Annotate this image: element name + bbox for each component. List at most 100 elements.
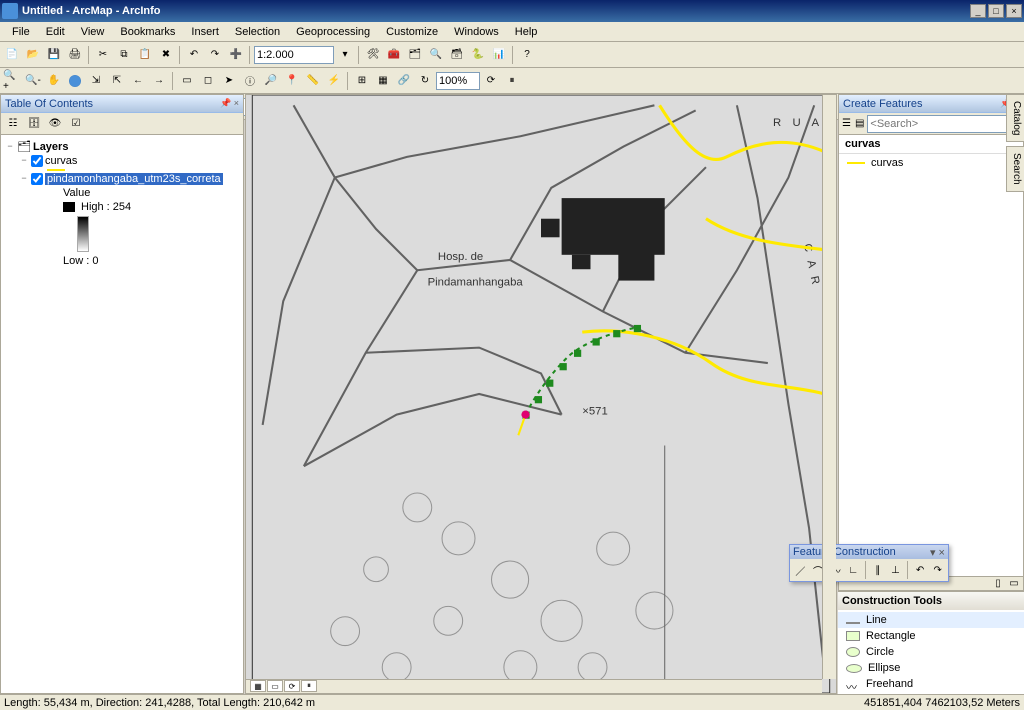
toc-autohide-icon[interactable]: 📌 × xyxy=(220,98,239,109)
fc-constrain-parallel-icon[interactable]: ∥ xyxy=(869,561,886,579)
list-by-selection-icon[interactable]: ☑ xyxy=(66,114,86,134)
python-icon[interactable]: 🐍 xyxy=(468,45,488,65)
menu-insert[interactable]: Insert xyxy=(183,24,227,40)
map-view[interactable]: ×571 Hosp. de Pindamanhangaba R U A C A … xyxy=(245,94,837,694)
maximize-button[interactable]: □ xyxy=(988,4,1004,18)
menu-edit[interactable]: Edit xyxy=(38,24,73,40)
fixed-zoom-out-icon[interactable]: ⇱ xyxy=(107,71,127,91)
undo-icon[interactable]: ↶ xyxy=(184,45,204,65)
pause-icon[interactable]: ⏸ xyxy=(502,71,522,91)
select-elements-icon[interactable]: ➤ xyxy=(219,71,239,91)
scale-dropdown-icon[interactable]: ▾ xyxy=(335,45,355,65)
menu-view[interactable]: View xyxy=(73,24,113,40)
map-canvas[interactable]: ×571 Hosp. de Pindamanhangaba R U A C A … xyxy=(246,95,836,693)
fixed-zoom-in-icon[interactable]: ⇲ xyxy=(86,71,106,91)
pan-icon[interactable]: ✋ xyxy=(44,71,64,91)
open-icon[interactable]: 📂 xyxy=(23,45,43,65)
close-button[interactable]: × xyxy=(1006,4,1022,18)
search-tab[interactable]: Search xyxy=(1006,146,1024,192)
toolbox-icon[interactable]: 🧰 xyxy=(384,45,404,65)
catalog-tab[interactable]: Catalog xyxy=(1006,94,1024,142)
fc-redo-icon[interactable]: ↷ xyxy=(929,561,946,579)
data-view-tab[interactable]: ▦ xyxy=(250,680,266,692)
find-icon[interactable]: 🔎 xyxy=(261,71,281,91)
expand-layer2-icon[interactable]: − xyxy=(19,174,29,184)
cf-template-curvas[interactable]: curvas xyxy=(839,154,1023,172)
forward-extent-icon[interactable]: → xyxy=(149,71,169,91)
hyperlink-icon[interactable]: ⚡ xyxy=(324,71,344,91)
pause-drawing-icon[interactable]: ⏸ xyxy=(301,680,317,692)
cut-icon[interactable]: ✂ xyxy=(93,45,113,65)
layer2-checkbox[interactable] xyxy=(31,173,43,185)
clear-selection-icon[interactable]: ◻ xyxy=(198,71,218,91)
add-data-icon[interactable]: ➕ xyxy=(226,45,246,65)
search-window-icon[interactable]: 🔍 xyxy=(426,45,446,65)
copy-icon[interactable]: ⧉ xyxy=(114,45,134,65)
redo-icon[interactable]: ↷ xyxy=(205,45,225,65)
display-percent[interactable] xyxy=(436,72,480,90)
georef-icon[interactable]: ⊞ xyxy=(352,71,372,91)
list-by-visibility-icon[interactable]: 👁 xyxy=(45,114,65,134)
georef-link-icon[interactable]: 🔗 xyxy=(394,71,414,91)
expand-layer1-icon[interactable]: − xyxy=(19,156,29,166)
ct-ellipse[interactable]: Ellipse xyxy=(838,660,1024,676)
identify-icon[interactable]: ⓘ xyxy=(240,71,260,91)
measure-icon[interactable]: 📏 xyxy=(303,71,323,91)
ct-line[interactable]: Line xyxy=(838,612,1024,628)
map-hscrollbar[interactable]: ▦ ▭ ⟳ ⏸ xyxy=(246,679,822,693)
menu-bookmarks[interactable]: Bookmarks xyxy=(112,24,183,40)
fc-straight-icon[interactable]: ／ xyxy=(792,561,809,579)
new-icon[interactable]: 📄 xyxy=(2,45,22,65)
ct-freehand[interactable]: 〰Freehand xyxy=(838,676,1024,692)
catalog-icon[interactable]: 🗂 xyxy=(405,45,425,65)
georef-fit-icon[interactable]: ▦ xyxy=(373,71,393,91)
select-features-icon[interactable]: ▭ xyxy=(177,71,197,91)
ct-circle[interactable]: Circle xyxy=(838,644,1024,660)
list-by-source-icon[interactable]: 🗄 xyxy=(24,114,44,134)
paste-icon[interactable]: 📋 xyxy=(135,45,155,65)
help-icon[interactable]: ? xyxy=(517,45,537,65)
zoom-in-icon[interactable]: 🔍+ xyxy=(2,71,22,91)
delete-icon[interactable]: ✖ xyxy=(156,45,176,65)
layer1-label[interactable]: curvas xyxy=(45,155,77,167)
arccatalog-icon[interactable]: 🗃 xyxy=(447,45,467,65)
fc-rightangle-icon[interactable]: ∟ xyxy=(845,561,862,579)
cf-expand2-icon[interactable]: ▭ xyxy=(1007,577,1021,589)
editor-toolbar-icon[interactable]: 🛠 xyxy=(363,45,383,65)
print-icon[interactable]: 🖨 xyxy=(65,45,85,65)
layer2-label[interactable]: pindamonhangaba_utm23s_correta xyxy=(45,173,223,185)
refresh-icon[interactable]: ⟳ xyxy=(481,71,501,91)
refresh-view-icon[interactable]: ⟳ xyxy=(284,680,300,692)
fc-undo-icon[interactable]: ↶ xyxy=(912,561,929,579)
modelbuilder-icon[interactable]: 📊 xyxy=(489,45,509,65)
fc-constrain-perp-icon[interactable]: ⊥ xyxy=(887,561,904,579)
feature-construction-close-icon[interactable]: ▾ × xyxy=(930,546,945,559)
menu-selection[interactable]: Selection xyxy=(227,24,288,40)
layer1-checkbox[interactable] xyxy=(31,155,43,167)
map-vscrollbar[interactable] xyxy=(822,95,836,679)
menu-customize[interactable]: Customize xyxy=(378,24,446,40)
list-by-drawing-icon[interactable]: ☷ xyxy=(3,114,23,134)
menu-file[interactable]: File xyxy=(4,24,38,40)
expand-layers-icon[interactable]: − xyxy=(5,142,15,152)
goto-xy-icon[interactable]: 📍 xyxy=(282,71,302,91)
layout-view-tab[interactable]: ▭ xyxy=(267,680,283,692)
feature-construction-toolbar[interactable]: Feature Construction ▾ × ／ ⌒ 〰 ∟ ∥ ⊥ ↶ ↷ xyxy=(789,544,949,582)
ct-rectangle[interactable]: Rectangle xyxy=(838,628,1024,644)
menu-windows[interactable]: Windows xyxy=(446,24,507,40)
menu-help[interactable]: Help xyxy=(507,24,546,40)
save-icon[interactable]: 💾 xyxy=(44,45,64,65)
back-extent-icon[interactable]: ← xyxy=(128,71,148,91)
layers-root: Layers xyxy=(33,141,68,153)
scale-combo[interactable] xyxy=(254,46,334,64)
full-extent-icon[interactable] xyxy=(65,71,85,91)
cf-filter-icon[interactable]: ☰ xyxy=(841,114,852,134)
minimize-button[interactable]: _ xyxy=(970,4,986,18)
georef-rotate-icon[interactable]: ↻ xyxy=(415,71,435,91)
construction-tools-title: Construction Tools xyxy=(842,595,942,607)
cf-search-input[interactable] xyxy=(867,115,1015,133)
cf-group-icon[interactable]: ▤ xyxy=(854,114,865,134)
menu-geoprocessing[interactable]: Geoprocessing xyxy=(288,24,378,40)
zoom-out-icon[interactable]: 🔍- xyxy=(23,71,43,91)
cf-expand1-icon[interactable]: ▯ xyxy=(991,577,1005,589)
